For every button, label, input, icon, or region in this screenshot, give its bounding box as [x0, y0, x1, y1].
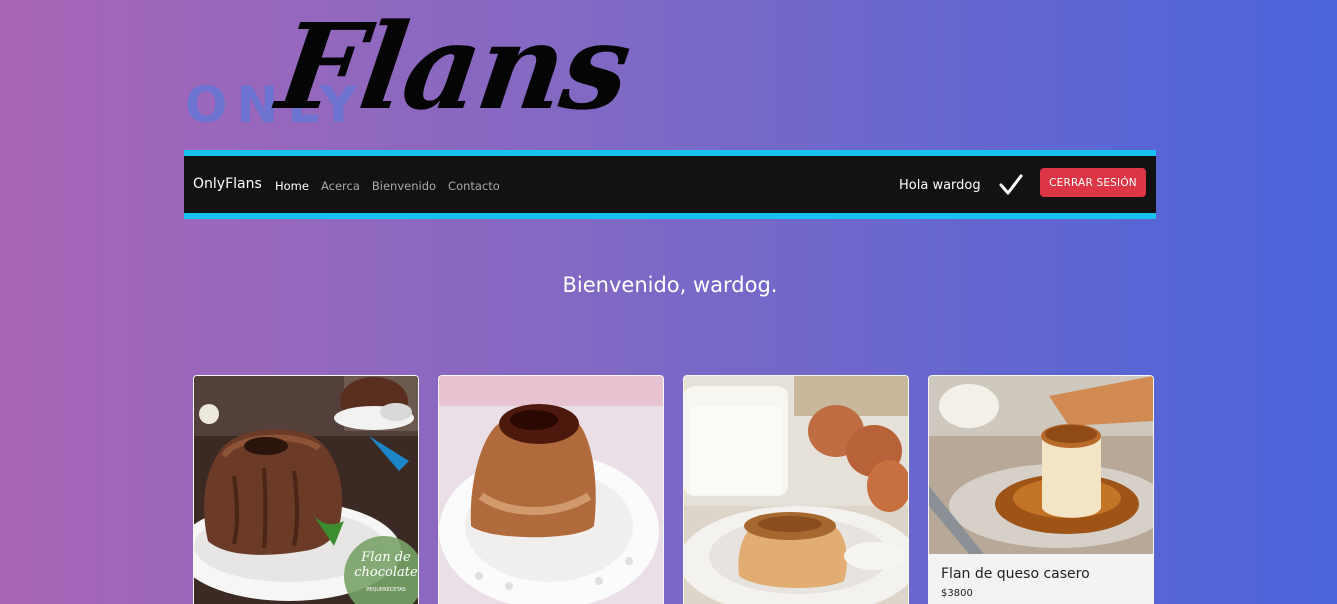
- welcome-heading: Bienvenido, wardog.: [562, 273, 778, 297]
- image-label-flan-de: Flan de: [360, 550, 411, 565]
- nav-links: Home Acerca Bienvenido Contacto: [275, 179, 500, 193]
- nav-link-contacto[interactable]: Contacto: [448, 179, 500, 193]
- card-body: Flan de queso casero $3800: [941, 566, 1090, 599]
- user-greeting: Hola wardog: [899, 178, 981, 193]
- flan-de-queso-image: [929, 376, 1153, 554]
- navbar: OnlyFlans Home Acerca Bienvenido Contact…: [184, 150, 1156, 219]
- flan-de-chocolate-image: Flan de chocolate PEQUERECETAS: [194, 376, 418, 604]
- nav-link-acerca[interactable]: Acerca: [321, 179, 360, 193]
- onlyflans-logo: ONLY Flans: [184, 0, 684, 148]
- checkmark-icon: [999, 174, 1023, 195]
- card-title: Flan de queso casero: [941, 566, 1090, 582]
- card-price: $3800: [941, 588, 973, 599]
- image-credit: PEQUERECETAS: [366, 587, 405, 593]
- logout-button[interactable]: CERRAR SESIÓN: [1040, 168, 1146, 197]
- product-card[interactable]: Flan de queso casero $3800: [928, 375, 1154, 604]
- logo-flans-text: Flans: [270, 0, 638, 136]
- navbar-brand[interactable]: OnlyFlans: [193, 176, 262, 192]
- nav-link-home[interactable]: Home: [275, 179, 309, 193]
- product-card[interactable]: Flan de chocolate PEQUERECETAS: [193, 375, 419, 604]
- flan-image: [439, 376, 663, 604]
- nav-link-bienvenido[interactable]: Bienvenido: [372, 179, 436, 193]
- product-cards: Flan de chocolate PEQUERECETAS Flan de q…: [193, 375, 1154, 604]
- flan-with-eggs-and-milk-image: [684, 376, 908, 604]
- product-card[interactable]: [683, 375, 909, 604]
- image-label-chocolate: chocolate: [354, 565, 418, 580]
- product-card[interactable]: [438, 375, 664, 604]
